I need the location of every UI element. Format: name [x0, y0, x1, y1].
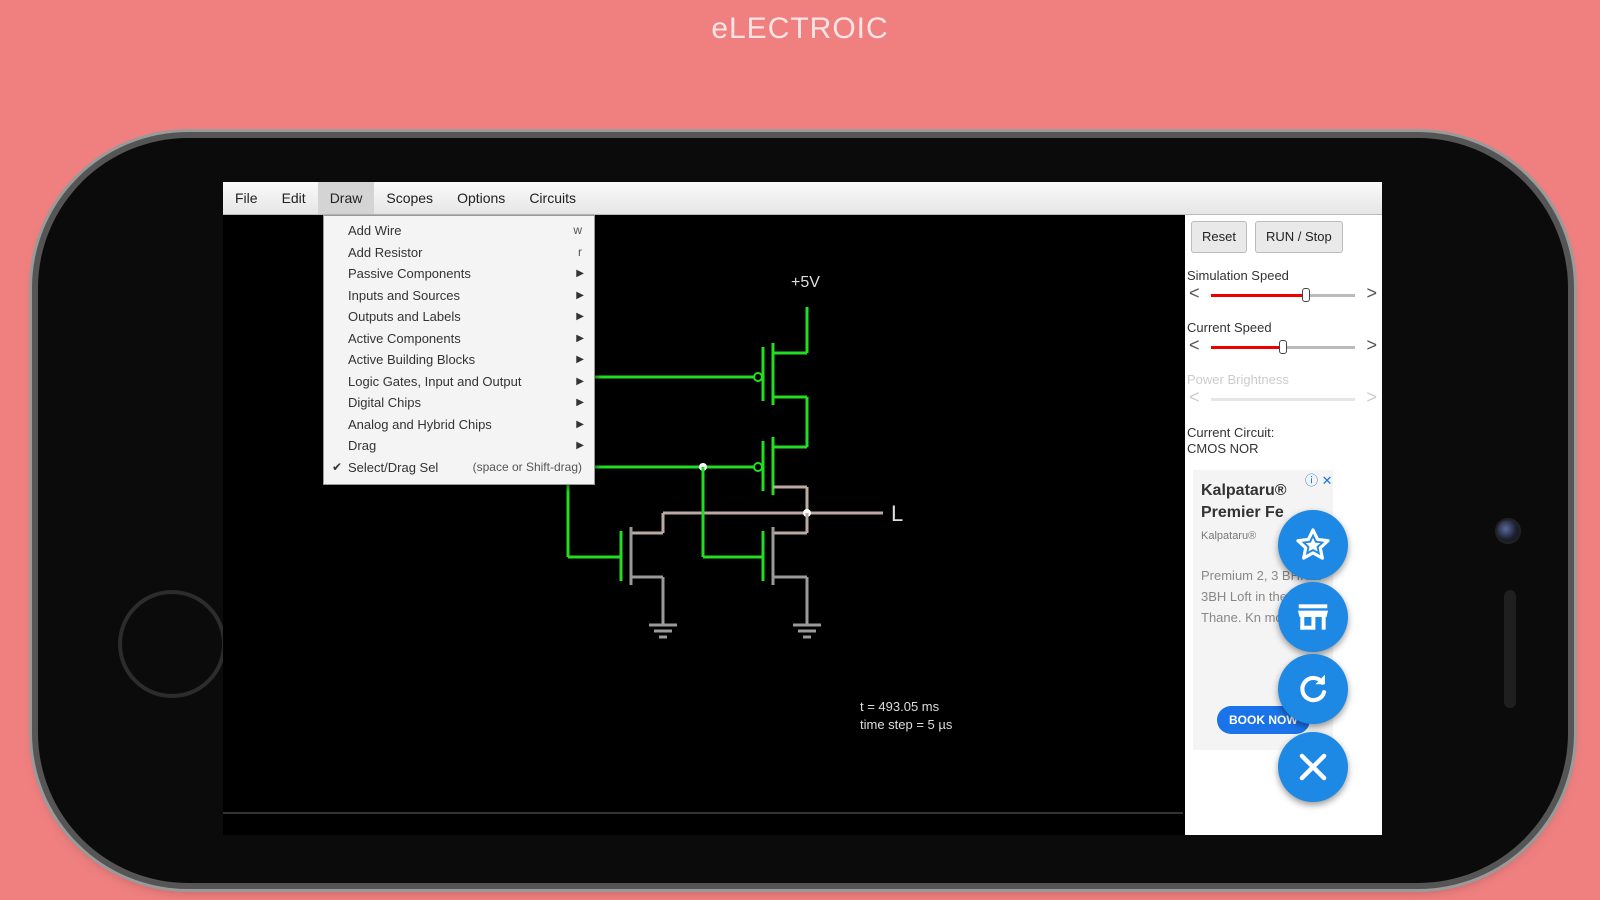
- draw-menu-item-label: Active Building Blocks: [348, 352, 476, 367]
- draw-menu-item-label: Digital Chips: [348, 395, 421, 410]
- favorite-star-icon: [1296, 528, 1330, 560]
- draw-menu-item-label: Analog and Hybrid Chips: [348, 416, 492, 432]
- draw-menu-item-label: Add Wire: [348, 223, 402, 238]
- slider-track: [1211, 398, 1355, 401]
- draw-menu-item-label: Drag: [348, 438, 377, 453]
- ad-advertiser: Kalpataru®: [1201, 530, 1257, 542]
- slider-fill: [1211, 346, 1283, 349]
- app-screen: File Edit Draw Scopes Options Circuits +…: [223, 182, 1382, 835]
- current-circuit-label: Current Circuit:: [1187, 425, 1275, 440]
- slider-track[interactable]: [1211, 288, 1355, 302]
- store-icon: [1297, 604, 1329, 630]
- slider-thumb[interactable]: [1302, 288, 1311, 302]
- run-stop-button[interactable]: RUN / Stop: [1255, 221, 1343, 253]
- chevron-right-icon[interactable]: >: [1366, 335, 1377, 356]
- draw-menu-item-shortcut: (space or Shift-drag): [472, 459, 582, 474]
- chevron-left-icon[interactable]: <: [1189, 335, 1200, 356]
- draw-menu-item-label: Active Components: [348, 330, 461, 346]
- sim-time: t = 493.05 ms: [860, 699, 940, 714]
- draw-menu-item-label: Logic Gates, Input and Output: [348, 373, 522, 389]
- power-brightness-slider: < >: [1187, 387, 1379, 409]
- draw-menu-item[interactable]: Active Components ▶: [324, 328, 594, 350]
- draw-menu-item[interactable]: Analog and Hybrid Chips ▶: [324, 414, 594, 436]
- submenu-arrow-icon: ▶: [576, 311, 584, 322]
- sim-status: t = 493.05 ms time step = 5 µs: [860, 698, 952, 734]
- draw-menu-item-label: Inputs and Sources: [348, 287, 461, 303]
- chevron-right-icon[interactable]: >: [1366, 283, 1377, 304]
- simulation-speed-slider[interactable]: < >: [1187, 283, 1379, 305]
- chevron-left-icon[interactable]: <: [1189, 283, 1200, 304]
- submenu-arrow-icon: ▶: [576, 289, 584, 301]
- app-title: eLECTROIC: [711, 12, 889, 45]
- submenu-arrow-icon: ▶: [576, 397, 584, 408]
- chevron-right-icon: >: [1366, 387, 1377, 407]
- output-label: L: [891, 501, 903, 526]
- draw-menu-item[interactable]: Inputs and Sources ▶: [324, 285, 594, 307]
- power-brightness-label: Power Brightness: [1187, 372, 1289, 387]
- camera-icon: [1495, 518, 1521, 544]
- pmos-bubble: [753, 462, 763, 472]
- slider-thumb[interactable]: [1279, 340, 1287, 354]
- draw-menu-dropdown: Add Wire w Add Resistor r Passive Components…: [323, 215, 595, 485]
- menu-circuits[interactable]: Circuits: [517, 182, 588, 214]
- menu-draw[interactable]: Draw: [317, 182, 375, 214]
- draw-menu-item[interactable]: Passive Components ▶: [324, 263, 594, 285]
- slider-track[interactable]: [1211, 340, 1355, 354]
- pmos-bubble: [753, 372, 763, 382]
- close-icon: [1299, 753, 1327, 781]
- draw-menu-item-label: Passive Components: [348, 266, 471, 281]
- menu-options[interactable]: Options: [445, 182, 517, 214]
- draw-menu-item[interactable]: Outputs and Labels ▶: [324, 306, 594, 328]
- ad-choices-icon[interactable]: ⓘ ✕: [1305, 470, 1333, 489]
- submenu-arrow-icon: ▶: [576, 440, 584, 451]
- store-button[interactable]: [1278, 582, 1348, 652]
- draw-menu-item-shortcut: r: [578, 244, 582, 259]
- simulation-speed-label: Simulation Speed: [1187, 268, 1289, 283]
- menu-bar: File Edit Draw Scopes Options Circuits: [223, 182, 1382, 215]
- menu-scopes[interactable]: Scopes: [374, 182, 445, 214]
- draw-menu-item[interactable]: Active Building Blocks ▶: [324, 349, 594, 371]
- refresh-button[interactable]: [1278, 654, 1348, 724]
- sim-timestep: time step = 5 µs: [860, 717, 953, 732]
- home-button[interactable]: [118, 590, 226, 698]
- menu-edit[interactable]: Edit: [270, 182, 318, 214]
- submenu-arrow-icon: ▶: [576, 354, 584, 365]
- draw-menu-item[interactable]: Add Resistor r: [324, 242, 594, 264]
- submenu-arrow-icon: ▶: [576, 418, 584, 430]
- reset-button[interactable]: Reset: [1191, 221, 1247, 253]
- draw-menu-item-label: Outputs and Labels: [348, 309, 461, 324]
- speaker-grille: [1504, 590, 1516, 708]
- menu-file[interactable]: File: [223, 182, 270, 214]
- submenu-arrow-icon: ▶: [576, 332, 584, 344]
- draw-menu-item[interactable]: ✔ Select/Drag Sel (space or Shift-drag): [324, 457, 594, 479]
- submenu-arrow-icon: ▶: [576, 375, 584, 387]
- draw-menu-item-shortcut: w: [573, 223, 582, 237]
- draw-menu-item[interactable]: Drag ▶: [324, 435, 594, 457]
- draw-menu-item-label: Select/Drag Sel: [348, 459, 439, 475]
- draw-menu-item[interactable]: Add Wire w: [324, 220, 594, 242]
- refresh-icon: [1300, 674, 1327, 703]
- slider-fill: [1211, 294, 1307, 297]
- draw-menu-item[interactable]: Digital Chips ▶: [324, 392, 594, 414]
- checkmark-icon: ✔: [332, 459, 343, 474]
- draw-menu-item-label: Add Resistor: [348, 244, 423, 260]
- supply-label: +5V: [791, 274, 820, 291]
- favorite-star-button[interactable]: [1278, 510, 1348, 580]
- current-speed-label: Current Speed: [1187, 320, 1272, 335]
- submenu-arrow-icon: ▶: [576, 268, 584, 279]
- draw-menu-item[interactable]: Logic Gates, Input and Output ▶: [324, 371, 594, 393]
- current-speed-slider[interactable]: < >: [1187, 335, 1379, 357]
- close-button[interactable]: [1278, 732, 1348, 802]
- current-circuit-name: CMOS NOR: [1187, 441, 1259, 456]
- chevron-left-icon: <: [1189, 387, 1200, 407]
